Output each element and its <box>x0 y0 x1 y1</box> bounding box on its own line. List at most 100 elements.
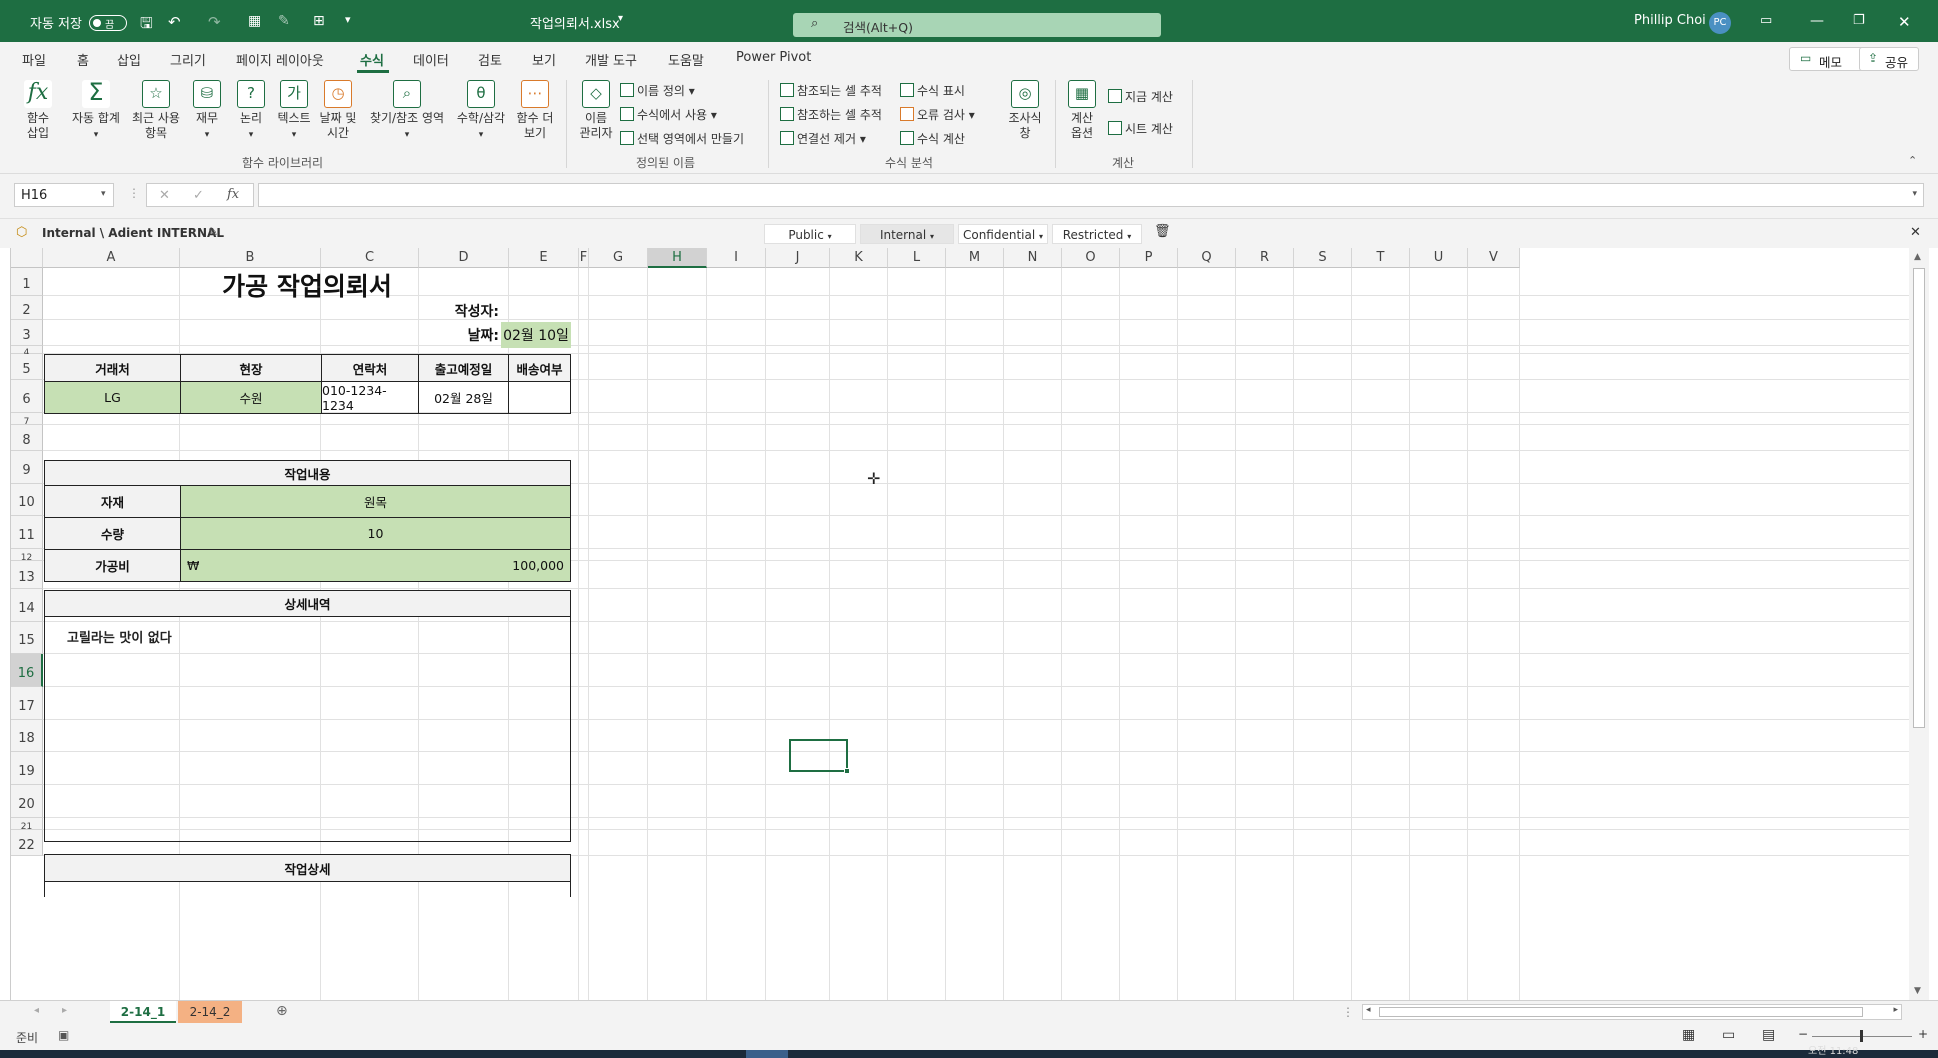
name-box[interactable]: H16 ▾ <box>14 183 114 207</box>
row-header-3[interactable]: 3 <box>11 320 43 346</box>
tab-review[interactable]: 검토 <box>478 50 502 69</box>
save-icon[interactable]: 🖫 <box>140 13 153 38</box>
site-cell[interactable]: 수원 <box>180 381 322 414</box>
fx-icon[interactable]: fx <box>227 187 239 202</box>
evaluate-formula-button[interactable]: 수식 계산 <box>900 130 965 147</box>
column-header-R[interactable]: R <box>1236 248 1294 268</box>
user-name[interactable]: Phillip Choi <box>1634 13 1706 28</box>
chevron-down-icon[interactable]: ▾ <box>618 13 623 24</box>
autosum-button[interactable]: Σ 자동 합계 ▾ <box>66 80 126 143</box>
row-header-1[interactable]: 1 <box>11 268 43 296</box>
row-header-4[interactable]: 4 <box>11 346 43 358</box>
sens-restricted[interactable]: Restricted ▾ <box>1052 224 1142 244</box>
customize-qat-icon[interactable]: ▾ <box>345 13 351 26</box>
material-value[interactable]: 원목 <box>180 485 571 518</box>
column-header-Q[interactable]: Q <box>1178 248 1236 268</box>
tab-insert[interactable]: 삽입 <box>117 50 141 69</box>
add-sheet-icon[interactable]: ⊕ <box>276 1003 288 1019</box>
trace-precedents-button[interactable]: 참조되는 셀 추적 <box>780 82 882 99</box>
use-in-formula-button[interactable]: 수식에서 사용 ▾ <box>620 106 717 123</box>
close-icon[interactable]: ✕ <box>1910 225 1921 240</box>
tab-draw[interactable]: 그리기 <box>170 50 206 69</box>
detail-box[interactable]: 고릴라는 맛이 없다 <box>44 616 571 842</box>
more-options-icon[interactable]: ⋮ <box>128 186 140 200</box>
ribbon-display-icon[interactable]: ▭ <box>1760 13 1772 28</box>
quantity-value[interactable]: 10 <box>180 517 571 550</box>
calc-options-button[interactable]: ▦ 계산 옵션 <box>1062 80 1102 141</box>
trace-dependents-button[interactable]: 참조하는 셀 추적 <box>780 106 882 123</box>
row-header-7[interactable]: 7 <box>11 413 43 427</box>
column-header-V[interactable]: V <box>1468 248 1520 268</box>
define-name-button[interactable]: 이름 정의 ▾ <box>620 82 695 99</box>
tab-scroll-right-icon[interactable]: ▸ <box>62 1005 67 1016</box>
tab-help[interactable]: 도움말 <box>668 50 704 69</box>
spreadsheet-grid[interactable]: ABCDEFGHIJKLMNOPQRSTUV 1 2 3 4 5 6 7 8 9 10 11 12 13… <box>10 248 1929 1000</box>
column-header-I[interactable]: I <box>707 248 766 268</box>
error-checking-button[interactable]: 오류 검사 ▾ <box>900 106 975 123</box>
selected-cell[interactable] <box>789 739 850 774</box>
column-header-F[interactable]: F <box>579 248 589 268</box>
tab-view[interactable]: 보기 <box>532 50 556 69</box>
horizontal-scrollbar[interactable]: ◂ ▸ <box>1362 1004 1902 1020</box>
math-button[interactable]: θ 수학/삼각 ▾ <box>452 80 510 143</box>
row-header-10[interactable]: 10 <box>11 484 43 516</box>
row-header-17[interactable]: 17 <box>11 687 43 720</box>
datetime-button[interactable]: ◷ 날짜 및 시간 <box>316 80 360 141</box>
org-chart-icon[interactable]: ⊞ <box>313 13 325 29</box>
row-header-22[interactable]: 22 <box>11 830 43 856</box>
search-box[interactable]: ⌕ 검색(Alt+Q) <box>793 13 1161 37</box>
column-header-D[interactable]: D <box>419 248 509 268</box>
work-detail-box[interactable] <box>44 881 571 897</box>
sens-confidential[interactable]: Confidential ▾ <box>958 224 1048 244</box>
calc-now-button[interactable]: 지금 계산 <box>1108 88 1173 105</box>
column-header-T[interactable]: T <box>1352 248 1410 268</box>
row-header-16[interactable]: 16 <box>11 654 43 687</box>
lookup-button[interactable]: ⌕ 찾기/참조 영역 ▾ <box>364 80 450 143</box>
sheet-tab-1[interactable]: 2-14_1 <box>110 1001 176 1023</box>
tab-data[interactable]: 데이터 <box>413 50 449 69</box>
redo-icon[interactable]: ↷ <box>208 13 221 31</box>
row-header-9[interactable]: 9 <box>11 451 43 484</box>
column-header-H[interactable]: H <box>648 248 707 268</box>
enter-icon[interactable]: ✓ <box>193 188 204 203</box>
collapse-ribbon-icon[interactable]: ⌃ <box>1908 154 1917 167</box>
sens-internal[interactable]: Internal ▾ <box>860 224 954 244</box>
column-header-P[interactable]: P <box>1120 248 1178 268</box>
create-from-selection-button[interactable]: 선택 영역에서 만들기 <box>620 130 744 147</box>
contact-cell[interactable]: 010-1234-1234 <box>321 381 419 414</box>
client-cell[interactable]: LG <box>44 381 181 414</box>
zoom-in-icon[interactable]: + <box>1918 1027 1928 1041</box>
page-layout-icon[interactable]: ▭ <box>1722 1027 1735 1043</box>
file-name[interactable]: 작업의뢰서.xlsx <box>530 13 620 32</box>
column-header-S[interactable]: S <box>1294 248 1352 268</box>
edit-icon[interactable]: ✎ <box>208 225 218 239</box>
row-header-21[interactable]: 21 <box>11 818 43 832</box>
row-header-13[interactable]: 13 <box>11 561 43 589</box>
calc-sheet-button[interactable]: 시트 계산 <box>1108 120 1173 137</box>
column-header-L[interactable]: L <box>888 248 946 268</box>
recent-functions-button[interactable]: ☆ 최근 사용 항목 <box>126 80 186 141</box>
row-header-2[interactable]: 2 <box>11 296 43 320</box>
row-header-11[interactable]: 11 <box>11 516 43 549</box>
column-header-M[interactable]: M <box>946 248 1004 268</box>
tab-developer[interactable]: 개발 도구 <box>585 50 637 69</box>
tab-page-layout[interactable]: 페이지 레이아웃 <box>236 50 324 69</box>
trash-icon[interactable]: 🗑 <box>1154 224 1171 239</box>
column-header-O[interactable]: O <box>1062 248 1120 268</box>
column-header-E[interactable]: E <box>509 248 579 268</box>
sheet-tab-2[interactable]: 2-14_2 <box>178 1001 242 1023</box>
splitter-icon[interactable]: ⋮ <box>1342 1005 1354 1019</box>
column-header-G[interactable]: G <box>589 248 648 268</box>
tab-scroll-left-icon[interactable]: ◂ <box>34 1005 39 1016</box>
delivery-cell[interactable] <box>508 381 571 414</box>
column-header-K[interactable]: K <box>830 248 888 268</box>
name-manager-button[interactable]: ◇ 이름 관리자 <box>576 80 616 141</box>
insert-function-button[interactable]: fx 함수 삽입 <box>18 80 58 141</box>
watch-window-button[interactable]: ◎ 조사식 창 <box>1004 80 1046 141</box>
zoom-out-icon[interactable]: − <box>1798 1027 1808 1041</box>
cost-value-cell[interactable]: ₩ 100,000 <box>180 549 571 582</box>
row-header-5[interactable]: 5 <box>11 354 43 380</box>
row-header-18[interactable]: 18 <box>11 720 43 752</box>
zoom-slider[interactable] <box>1812 1030 1912 1042</box>
tab-power-pivot[interactable]: Power Pivot <box>736 50 811 65</box>
